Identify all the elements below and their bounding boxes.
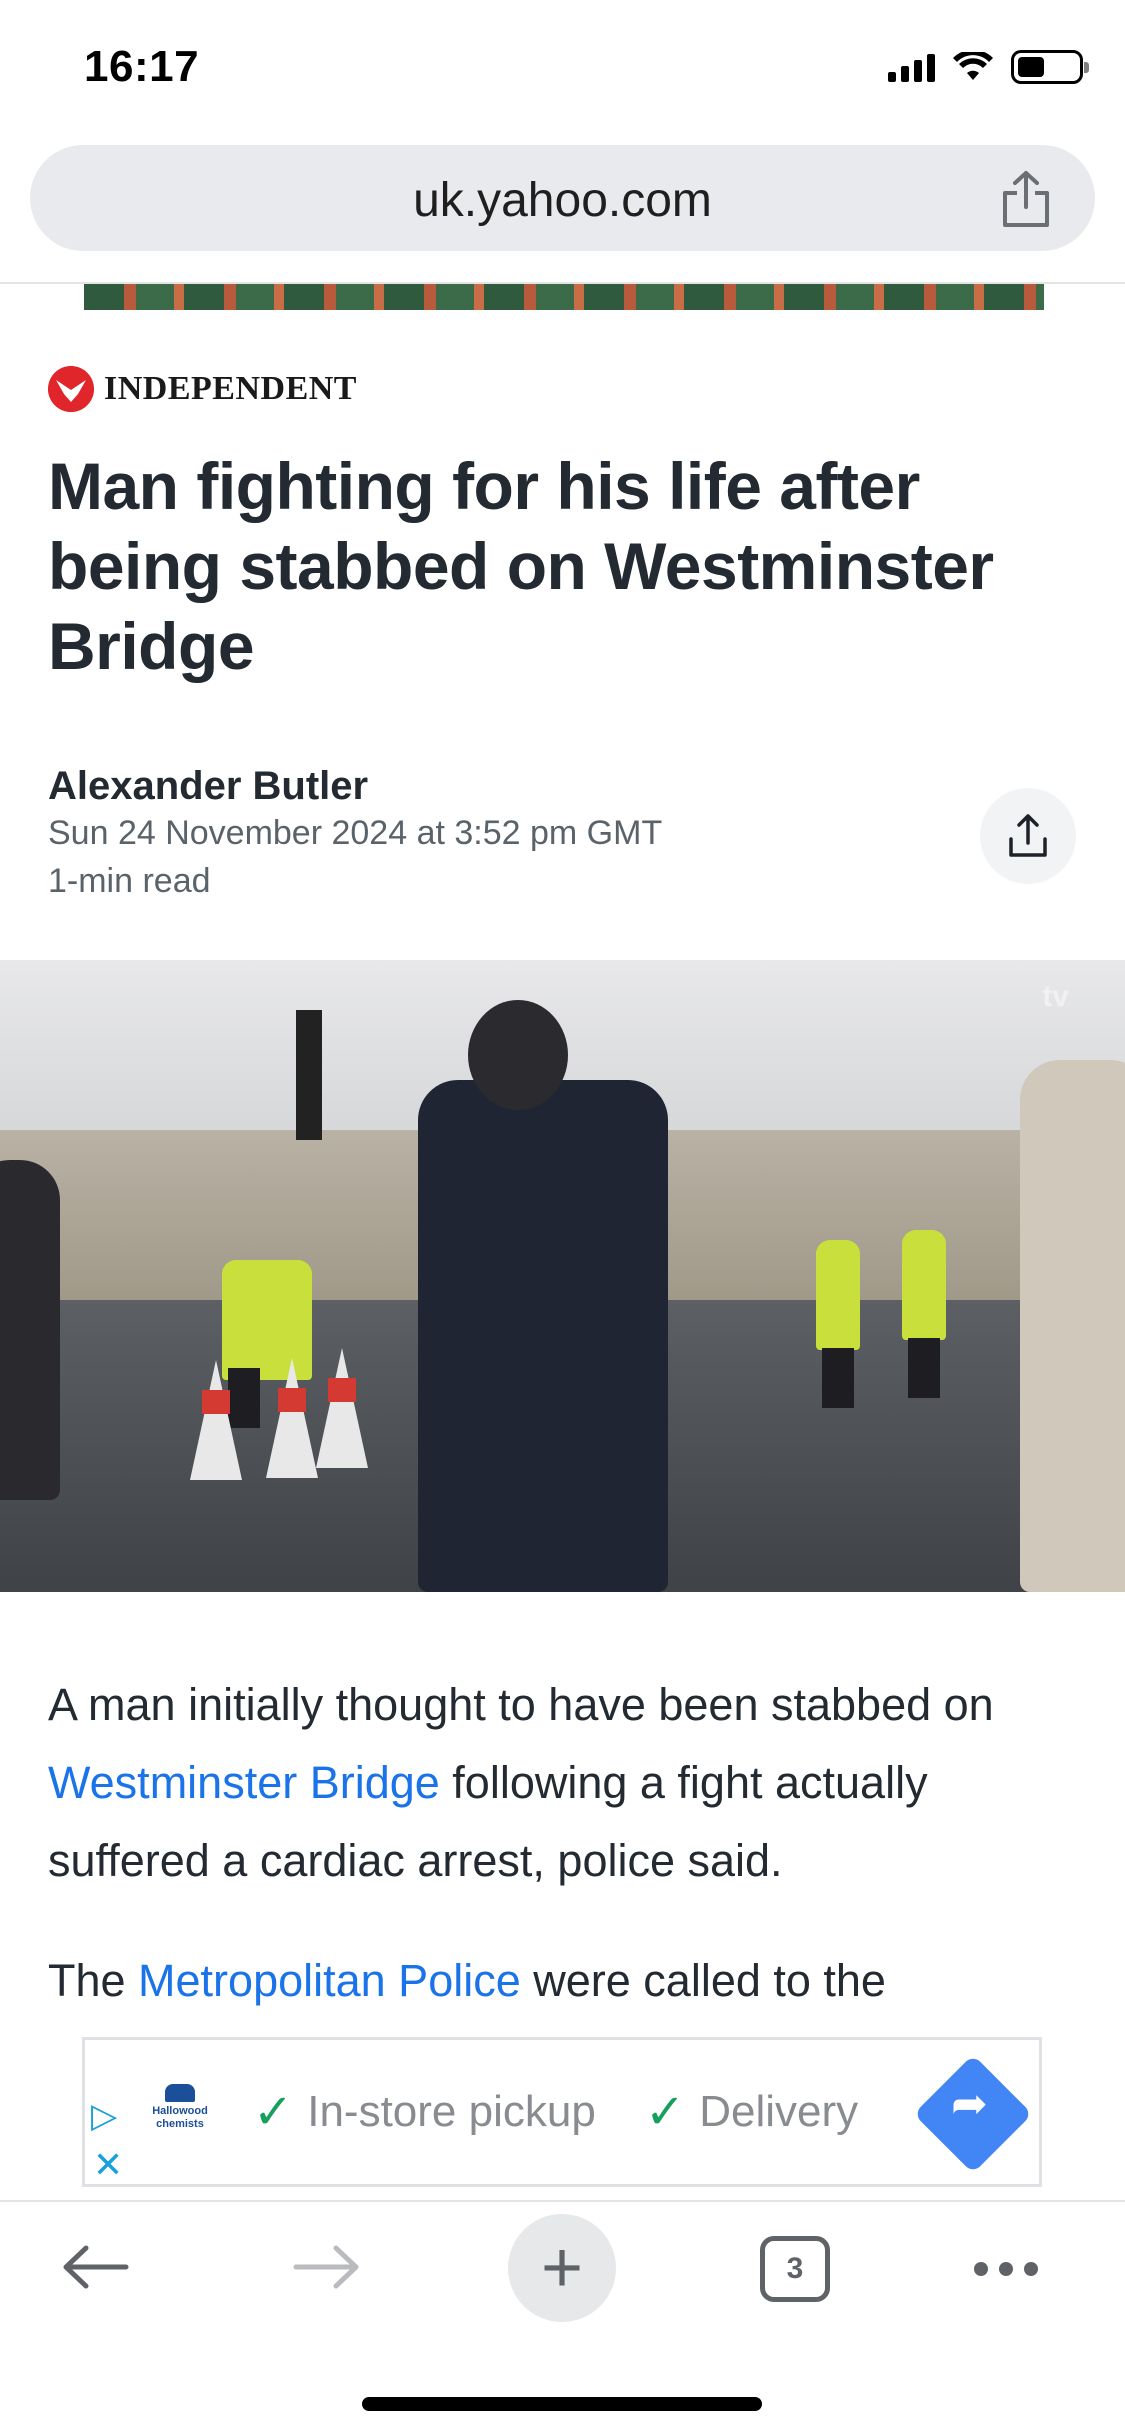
ad-feature-label: Delivery <box>699 2087 859 2136</box>
person-left-edge <box>0 1160 60 1500</box>
url-text[interactable]: uk.yahoo.com <box>30 173 1095 228</box>
person-foreground <box>418 1080 668 1592</box>
ad-choices-icon[interactable]: ▷ <box>91 2096 117 2136</box>
traffic-cone <box>190 1360 242 1480</box>
person-head <box>468 1000 568 1110</box>
cellular-signal-icon <box>888 52 935 82</box>
tab-switcher-button[interactable]: 3 <box>760 2236 830 2302</box>
traffic-cone <box>266 1358 318 1478</box>
forward-button[interactable] <box>282 2202 372 2332</box>
more-dot-icon <box>1024 2262 1038 2276</box>
author-name: Alexander Butler <box>48 764 369 808</box>
article-video[interactable]: tv <box>0 960 1125 1592</box>
plus-icon: + <box>540 2228 584 2308</box>
ad-feature-pickup: ✓ In-store pickup <box>253 2084 596 2140</box>
more-menu-button[interactable] <box>974 2262 1038 2276</box>
share-icon <box>1009 814 1047 857</box>
independent-eagle-logo-icon <box>48 366 94 412</box>
more-dot-icon <box>999 2262 1013 2276</box>
metropolitan-police-link[interactable]: Metropolitan Police <box>138 1955 521 2006</box>
new-tab-button[interactable]: + <box>508 2214 616 2322</box>
westminster-bridge-link[interactable]: Westminster Bridge <box>48 1757 440 1808</box>
directions-arrow-icon: ➦ <box>950 2079 988 2129</box>
share-article-button[interactable] <box>980 788 1076 884</box>
publisher[interactable]: INDEPENDENT <box>48 366 357 412</box>
video-watermark: tv <box>1042 980 1069 1013</box>
article-headline: Man fighting for his life after being st… <box>48 449 994 683</box>
wifi-icon <box>953 52 993 80</box>
advertiser-logo: Hallowood chemists <box>145 2084 215 2144</box>
ad-close-icon[interactable]: ✕ <box>93 2144 123 2186</box>
ad-banner[interactable]: ▷ ✕ Hallowood chemists ✓ In-store pickup… <box>82 2037 1042 2187</box>
ad-feature-delivery: ✓ Delivery <box>645 2084 858 2140</box>
paragraph-text: were called to the <box>520 1955 886 2006</box>
status-bar: 16:17 <box>0 0 1125 140</box>
forward-arrow-icon <box>293 2245 359 2289</box>
read-time: 1-min read <box>48 862 211 900</box>
paragraph-text: The <box>48 1955 139 2006</box>
police-officer <box>902 1230 946 1398</box>
police-officer <box>816 1240 860 1408</box>
status-time: 16:17 <box>84 42 200 91</box>
ad-feature-label: In-store pickup <box>307 2087 596 2136</box>
address-bar[interactable]: uk.yahoo.com <box>30 145 1095 251</box>
home-indicator[interactable] <box>362 2397 762 2411</box>
traffic-light <box>296 1010 322 1140</box>
status-icons <box>888 50 1089 84</box>
article-paragraph: A man initially thought to have been sta… <box>48 1666 1078 1900</box>
checkmark-icon: ✓ <box>253 2086 294 2139</box>
ad-directions-button[interactable]: ➦ <box>913 2054 1033 2174</box>
advertiser-name: Hallowood chemists <box>152 2105 208 2130</box>
back-button[interactable] <box>50 2202 140 2332</box>
checkmark-icon: ✓ <box>645 2086 686 2139</box>
battery-icon <box>1011 50 1089 84</box>
publisher-name: INDEPENDENT <box>104 370 357 407</box>
person-right-edge <box>1020 1060 1125 1592</box>
traffic-cone <box>316 1348 368 1468</box>
more-dot-icon <box>974 2262 988 2276</box>
ad-banner-sliver[interactable] <box>84 284 1044 310</box>
share-icon[interactable] <box>999 169 1053 229</box>
publish-date: Sun 24 November 2024 at 3:52 pm GMT <box>48 814 663 852</box>
paragraph-text: A man initially thought to have been sta… <box>48 1679 994 1730</box>
back-arrow-icon <box>63 2245 129 2289</box>
article-paragraph: The Metropolitan Police were called to t… <box>48 1942 1078 2020</box>
